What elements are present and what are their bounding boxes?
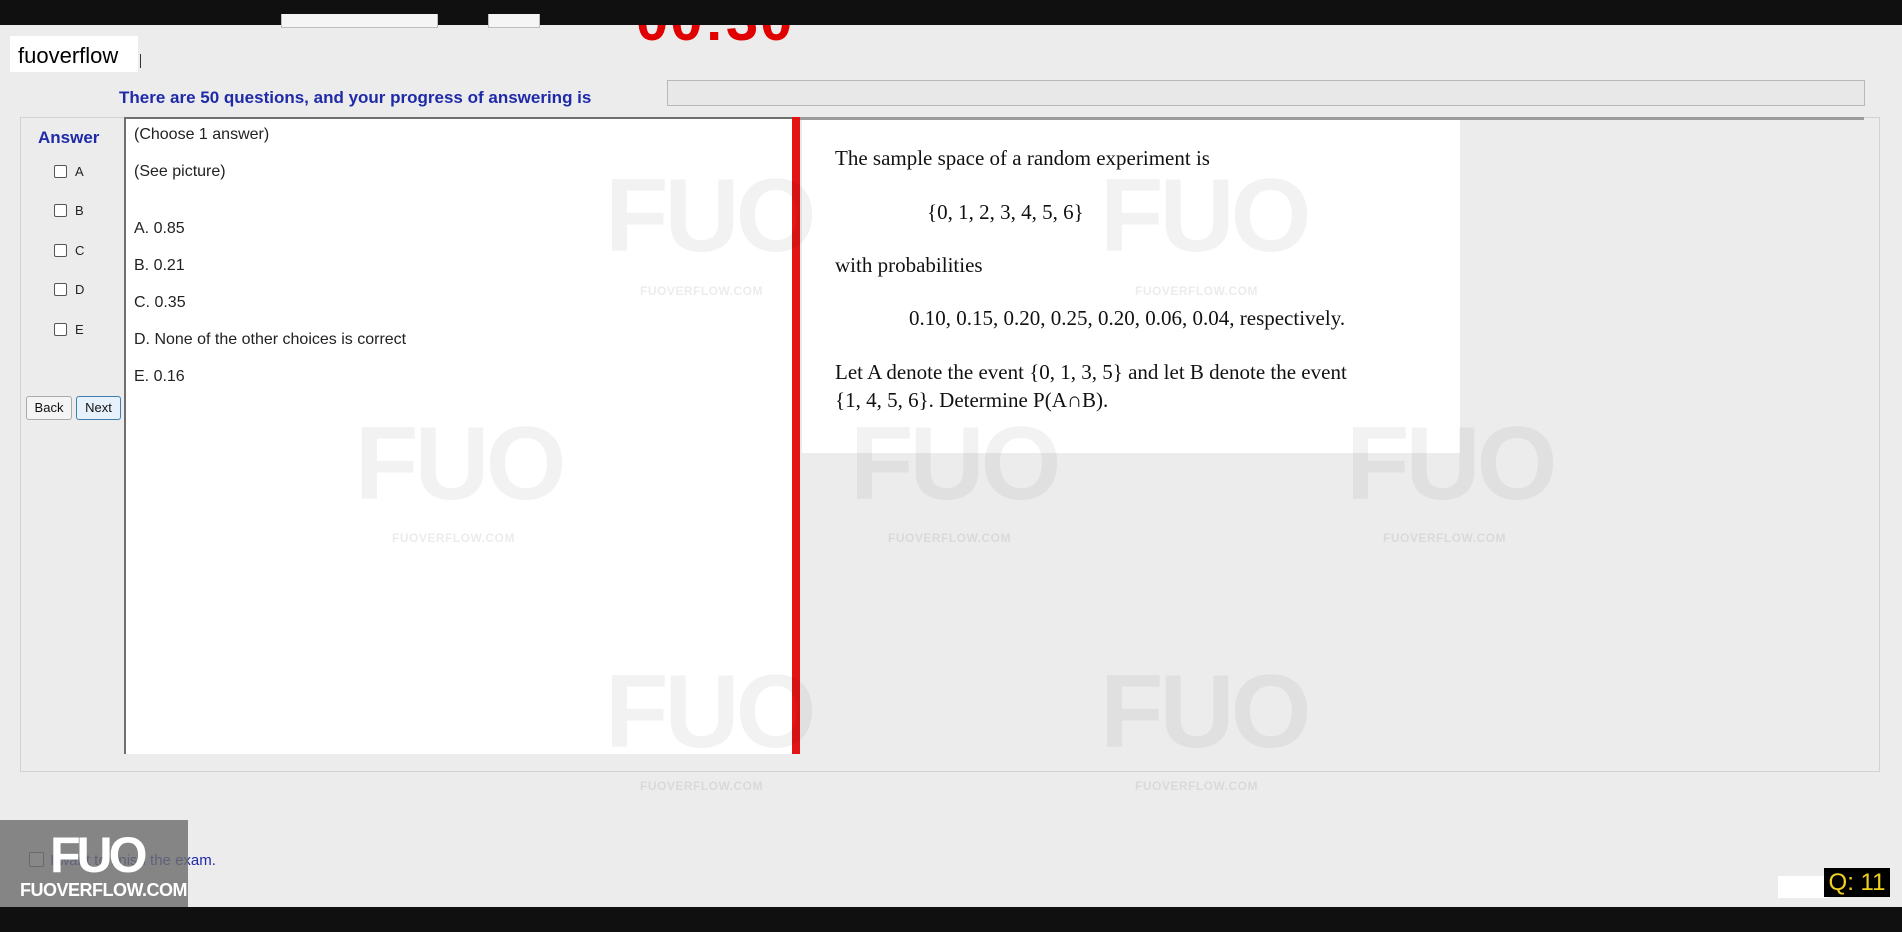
watermark-site: FUOVERFLOW.COM [1135,779,1258,793]
checkbox-d[interactable] [54,282,67,296]
watermark-site: FUOVERFLOW.COM [640,284,763,298]
checkbox-b[interactable] [54,203,67,217]
answer-option-c[interactable]: C [54,241,84,259]
text-caret [140,54,141,68]
watermark-site: FUOVERFLOW.COM [888,531,1011,545]
picture-sample-space: {0, 1, 2, 3, 4, 5, 6} [927,200,1084,224]
bottom-right-strip [1778,876,1828,898]
watermark-site: FUOVERFLOW.COM [1383,531,1506,545]
answer-option-e-label: E [75,321,84,337]
answer-option-c-label: C [75,242,85,258]
watermark-site: FUOVERFLOW.COM [392,531,515,545]
picture-line-2: with probabilities [835,253,983,277]
top-dropdown[interactable] [281,14,438,28]
answer-option-d-label: D [75,281,85,297]
fuo-logo: FUO [50,827,148,883]
bottom-bar [0,907,1902,932]
question-picture: The sample space of a random experiment … [802,120,1460,453]
answer-option-b[interactable]: B [54,201,84,219]
panel-divider[interactable] [792,117,800,754]
question-panel [124,117,793,754]
question-counter: Q: 11 [1824,868,1890,897]
watermark-site: FUOVERFLOW.COM [1135,284,1258,298]
picture-line-1: The sample space of a random experiment … [835,146,1210,170]
answer-option-d[interactable]: D [54,280,84,298]
answer-option-a-label: A [75,163,84,179]
checkbox-e[interactable] [54,322,67,336]
question-instruction: (Choose 1 answer) [134,126,270,143]
checkbox-a[interactable] [54,164,67,178]
picture-line-3: Let A denote the event {0, 1, 3, 5} and … [835,360,1347,384]
next-button[interactable]: Next [76,396,121,420]
answer-option-b-label: B [75,202,84,218]
picture-line-4: {1, 4, 5, 6}. Determine P(A∩B). [835,388,1109,412]
choice-b: B. 0.21 [134,257,185,274]
choice-e: E. 0.16 [134,368,185,385]
brand-label: fuoverflow [10,36,138,72]
answer-option-a[interactable]: A [54,162,84,180]
progress-text: There are 50 questions, and your progres… [119,88,592,107]
answer-option-e[interactable]: E [54,320,84,338]
choice-a: A. 0.85 [134,220,185,237]
back-button[interactable]: Back [26,396,72,420]
fuo-logo-site: FUOVERFLOW.COM [20,880,188,900]
choice-c: C. 0.35 [134,294,186,311]
progress-bar [667,80,1865,106]
picture-probabilities: 0.10, 0.15, 0.20, 0.25, 0.20, 0.06, 0.04… [909,306,1346,330]
answer-title: Answer [38,128,100,147]
watermark-site: FUOVERFLOW.COM [640,779,763,793]
checkbox-c[interactable] [54,243,67,257]
question-see-picture: (See picture) [134,163,226,180]
choice-d: D. None of the other choices is correct [134,331,407,348]
top-font-size-box[interactable] [488,14,540,28]
countdown-timer: 00:30 [636,25,806,45]
